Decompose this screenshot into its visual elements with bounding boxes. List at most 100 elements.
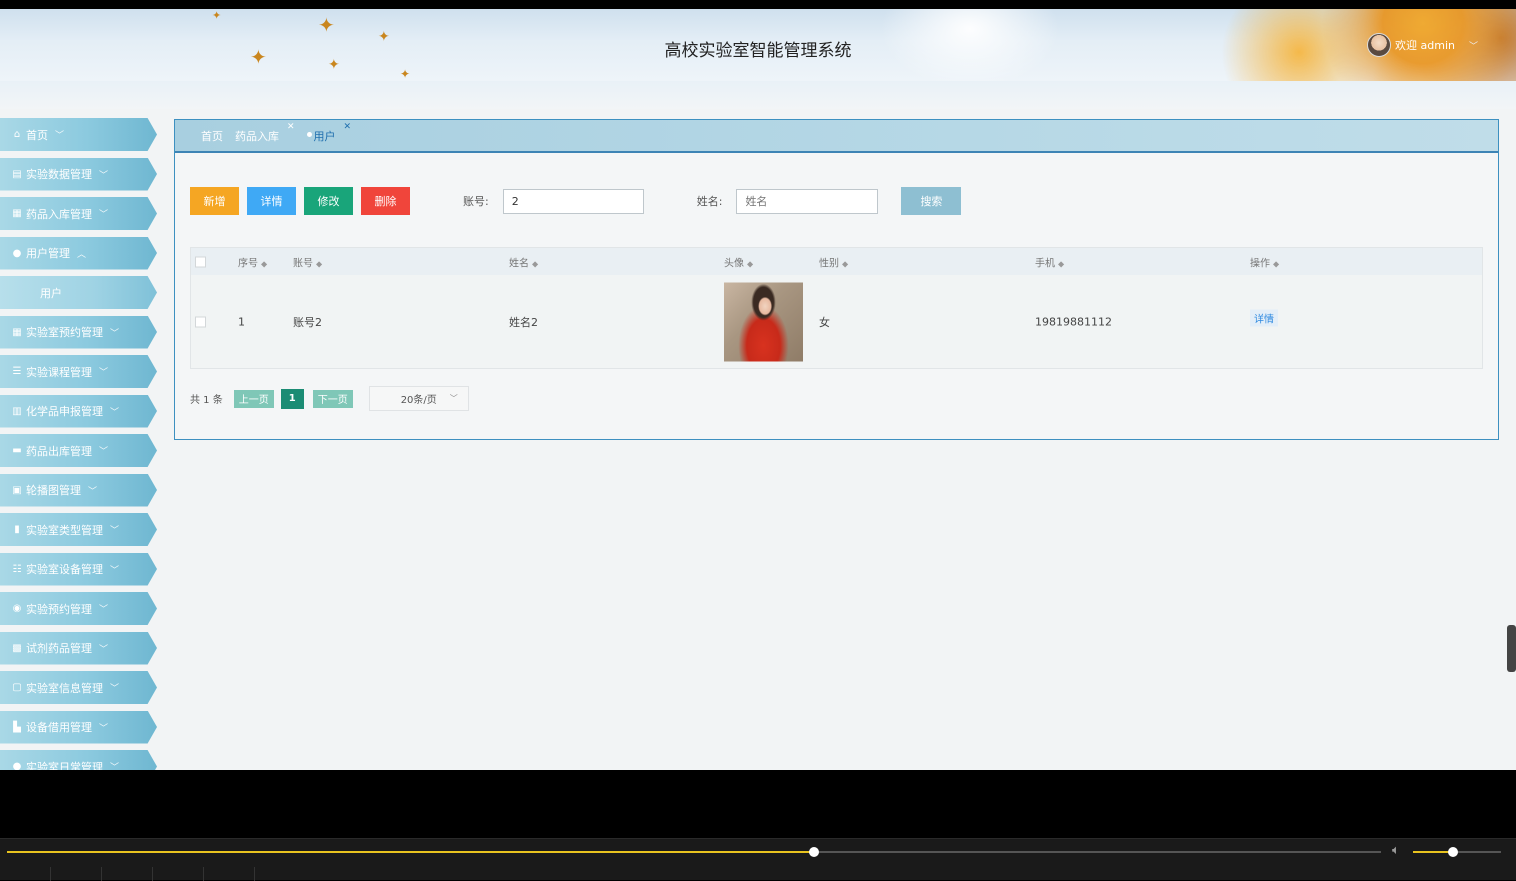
detail-button[interactable]: 详情 xyxy=(247,187,296,215)
row-checkbox[interactable] xyxy=(195,316,206,327)
search-button[interactable]: 搜索 xyxy=(901,187,962,215)
avatar[interactable] xyxy=(1367,33,1392,57)
control-row xyxy=(0,867,1516,881)
progress-fill xyxy=(7,851,814,853)
edit-button[interactable]: 修改 xyxy=(304,187,353,215)
sidebar-item-label: 用户管理 xyxy=(26,247,70,260)
sidebar-subitem[interactable]: 用户 xyxy=(0,276,157,309)
sidebar-item[interactable]: ☷ 实验室设备管理 ﹀ xyxy=(0,552,157,586)
column-header[interactable]: 性别 ◆ xyxy=(819,254,848,269)
control-segment[interactable] xyxy=(153,867,204,881)
store-icon: ▦ xyxy=(12,208,22,219)
header-strip xyxy=(0,81,1516,109)
column-header[interactable]: 头像 ◆ xyxy=(724,254,753,269)
sidebar-item[interactable]: ▬ 药品出库管理 ﹀ xyxy=(0,434,157,467)
active-dot-icon xyxy=(306,131,312,137)
chevron-down-icon: ﹀ xyxy=(88,486,98,497)
tab[interactable]: 用户 ✕ xyxy=(306,122,351,144)
sidebar-item-label: 化学品申报管理 xyxy=(26,405,103,418)
sidebar-item-label: 实验室预约管理 xyxy=(26,326,103,339)
app-title: 高校实验室智能管理系统 xyxy=(664,41,852,61)
sidebar-item[interactable]: ⌂ 首页 ﹀ xyxy=(0,118,157,151)
chevron-down-icon: ﹀ xyxy=(55,131,65,141)
table-header: 序号 ◆ 账号 ◆ 姓名 ◆ 头像 ◆ 性别 ◆ 手机 ◆ 操作 ◆ xyxy=(191,248,1482,275)
chevron-down-icon: ﹀ xyxy=(99,723,109,734)
chevron-down-icon[interactable]: ﹀ xyxy=(1469,39,1478,52)
control-segment[interactable] xyxy=(51,867,102,881)
control-segment[interactable] xyxy=(0,867,51,881)
maple-leaf-icon: ✦ xyxy=(318,13,335,37)
table-row[interactable]: 1 账号2 姓名2 女 19819881112 详情 xyxy=(191,275,1482,368)
sidebar-item-label: 实验预约管理 xyxy=(26,602,92,616)
id-card-icon: ▢ xyxy=(12,682,22,693)
page-size-select[interactable]: 20条/页 ﹀ xyxy=(368,386,469,411)
sidebar-item[interactable]: ☰ 实验课程管理 ﹀ xyxy=(0,355,157,388)
name-input[interactable] xyxy=(736,188,879,214)
control-segment[interactable] xyxy=(204,867,255,881)
page-number-current[interactable]: 1 xyxy=(280,388,304,409)
control-segment[interactable] xyxy=(102,867,153,881)
row-detail-link[interactable]: 详情 xyxy=(1250,309,1278,327)
close-icon[interactable]: ✕ xyxy=(287,122,295,132)
chevron-down-icon: ﹀ xyxy=(99,368,109,378)
column-header[interactable]: 姓名 ◆ xyxy=(509,254,538,269)
sidebar-item-label: 设备借用管理 xyxy=(26,721,92,734)
main-panel: 首页药品入库 ✕ 用户 ✕ 新增 详情 修改 删除 账号: 姓名: 搜索 序号◆ 账号… xyxy=(174,119,1499,440)
user-icon: ● xyxy=(12,247,22,259)
tab[interactable]: 药品入库 ✕ xyxy=(235,122,295,144)
sidebar-item-label: 药品出库管理 xyxy=(26,444,92,458)
header-banner: ✦ ✦ ✦ ✦ ✦ ✦ 高校实验室智能管理系统 欢迎 admin ﹀ xyxy=(0,9,1516,81)
user-menu[interactable]: 欢迎 admin ﹀ xyxy=(1367,33,1478,57)
sidebar-item[interactable]: ◉ 实验预约管理 ﹀ xyxy=(0,592,157,625)
tab[interactable]: 首页 xyxy=(201,128,223,144)
add-button[interactable]: 新增 xyxy=(190,187,239,215)
sidebar-item[interactable]: ▮ 实验室类型管理 ﹀ xyxy=(0,513,157,546)
sidebar-item-label: 实验课程管理 xyxy=(26,365,92,379)
sidebar-item[interactable]: ▦ 药品入库管理 ﹀ xyxy=(0,197,157,230)
sidebar-item-label: 药品入库管理 xyxy=(26,207,92,221)
sidebar-item[interactable]: ▣ 轮播图管理 ﹀ xyxy=(0,473,157,507)
drop-icon: ● xyxy=(12,761,22,770)
sidebar-item[interactable]: ▢ 实验室信息管理 ﹀ xyxy=(0,671,157,704)
welcome-text[interactable]: 欢迎 admin xyxy=(1395,37,1455,53)
sidebar-item[interactable]: ▥ 化学品申报管理 ﹀ xyxy=(0,394,157,428)
tab-bar: 首页 药品入库 ✕ 用户 ✕ xyxy=(175,120,1498,153)
volume-fill xyxy=(1413,851,1453,853)
sidebar-item[interactable]: ● 实验室日常管理 ﹀ xyxy=(0,750,157,770)
volume-knob[interactable] xyxy=(1447,847,1458,857)
chevron-down-icon: ﹀ xyxy=(110,407,120,418)
next-page-button[interactable]: 下一页 xyxy=(312,389,353,408)
column-header[interactable]: 操作 ◆ xyxy=(1250,254,1279,269)
sidebar-item[interactable]: ▙ 设备借用管理 ﹀ xyxy=(0,710,157,744)
sidebar: ⌂ 首页 ﹀ ▤ 实验数据管理 ﹀ ▦ 药品入库管理 ﹀ ● 用户管理 ︿ 用户 ▦ 实验室预约管理 ﹀ ☰ 实验… xyxy=(0,118,160,770)
grid-icon: ▦ xyxy=(12,326,22,338)
sidebar-item-label: 实验室类型管理 xyxy=(26,523,103,537)
tab-label: 首页 xyxy=(201,129,223,143)
chevron-down-icon: ﹀ xyxy=(99,170,109,181)
sidebar-item[interactable]: ▩ 试剂药品管理 ﹀ xyxy=(0,631,157,665)
document-icon: ▤ xyxy=(12,168,22,180)
sidebar-item[interactable]: ▤ 实验数据管理 ﹀ xyxy=(0,157,157,191)
crop-icon: ▙ xyxy=(13,721,21,733)
chevron-down-icon: ﹀ xyxy=(449,394,458,403)
column-header[interactable]: 序号 ◆ xyxy=(238,254,267,269)
chevron-up-icon: ︿ xyxy=(77,249,87,260)
chevron-down-icon: ﹀ xyxy=(110,684,120,694)
column-header[interactable]: 手机 ◆ xyxy=(1035,254,1064,269)
select-all-checkbox[interactable] xyxy=(195,256,206,267)
volume-icon[interactable]: 🔈︎ xyxy=(1392,843,1400,858)
sidebar-item-label: 试剂药品管理 xyxy=(26,642,92,655)
account-input[interactable] xyxy=(502,188,644,214)
delete-button[interactable]: 删除 xyxy=(361,187,410,215)
sidebar-item[interactable]: ● 用户管理 ︿ xyxy=(0,236,157,270)
row-gender: 女 xyxy=(819,315,830,329)
scrollbar-handle[interactable] xyxy=(1507,625,1516,672)
column-header[interactable]: 账号 ◆ xyxy=(293,254,322,269)
chevron-down-icon: ﹀ xyxy=(99,644,109,655)
prev-page-button[interactable]: 上一页 xyxy=(233,389,274,408)
row-account: 账号2 xyxy=(293,315,322,329)
progress-knob[interactable] xyxy=(808,847,819,857)
close-icon[interactable]: ✕ xyxy=(344,122,352,132)
tab-label: 药品入库 xyxy=(235,129,279,143)
sidebar-item[interactable]: ▦ 实验室预约管理 ﹀ xyxy=(0,315,157,349)
